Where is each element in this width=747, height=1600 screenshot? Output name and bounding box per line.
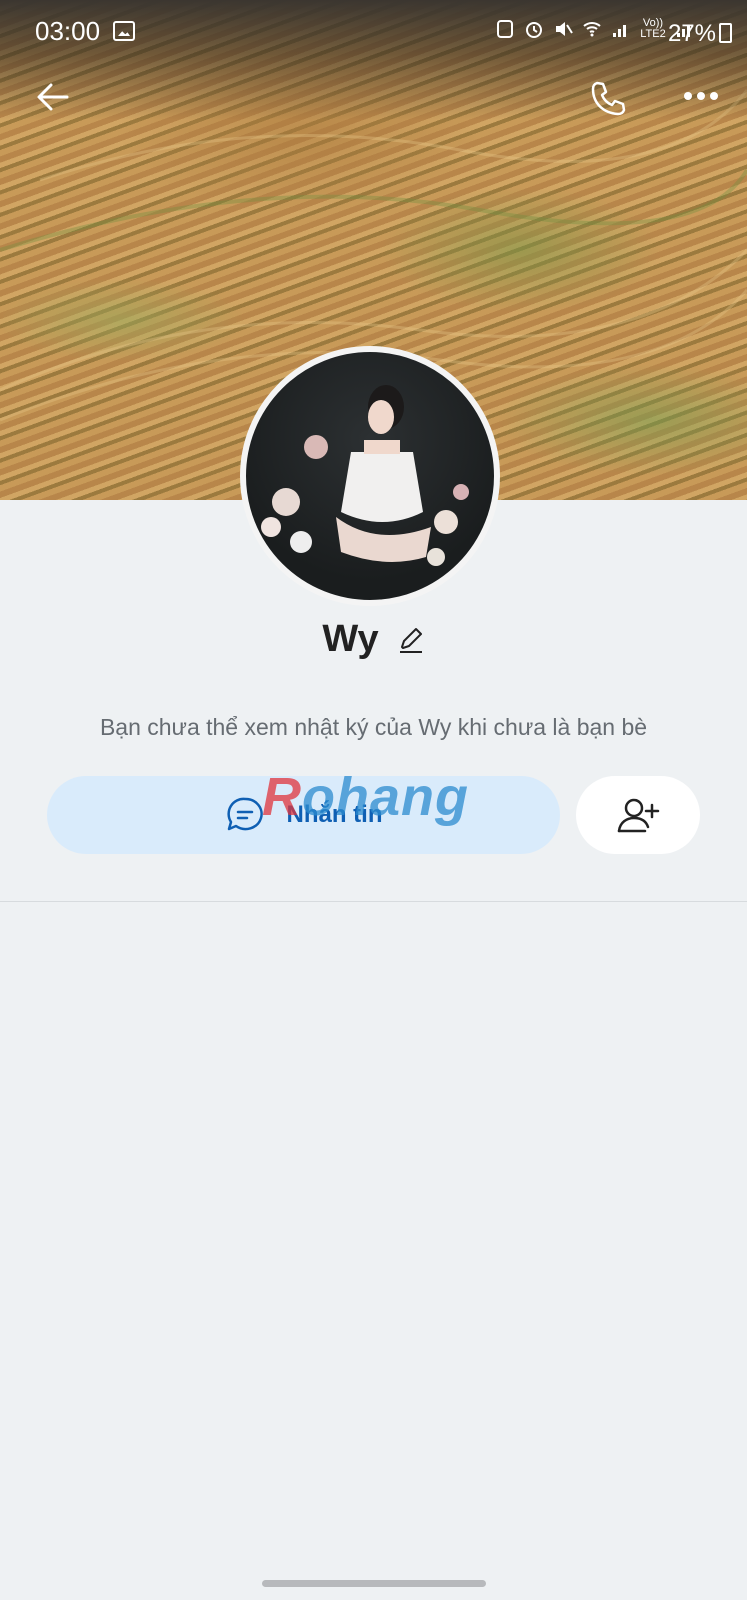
back-arrow-icon[interactable] [35,79,71,115]
watermark-rest: ohang [302,767,469,827]
battery-text: 27% [667,20,716,47]
chat-bubble-icon [226,797,263,831]
wifi-icon [583,22,601,37]
gallery-notification-icon [113,21,135,41]
battery-level: 27% [668,20,732,48]
home-indicator[interactable] [262,1580,486,1587]
phone-icon[interactable] [588,78,628,118]
privacy-notice: Bạn chưa thể xem nhật ký của Wy khi chưa… [99,714,648,740]
pencil-icon[interactable] [397,626,425,654]
profile-name-row: Wy [0,618,747,661]
alarm-icon [526,22,542,38]
signal-icon [613,25,626,37]
avatar[interactable] [240,346,500,606]
watermark-first-letter: R [262,767,302,827]
add-friend-button[interactable] [576,776,700,854]
section-divider [0,901,747,902]
status-bar: 03:00 Vo)) LTE2 27% [0,0,747,64]
add-friend-icon [617,798,660,833]
watermark-logo: Rohang [262,766,469,828]
recycle-icon [497,20,513,38]
avatar-photo [261,385,469,566]
mute-icon [556,22,573,36]
network-label: Vo)) LTE2 [640,17,666,40]
profile-name: Wy [322,618,379,660]
status-icons: Vo)) LTE2 [495,18,695,40]
more-dots-icon[interactable] [683,86,719,106]
battery-icon [719,23,732,43]
status-time: 03:00 [35,16,101,46]
